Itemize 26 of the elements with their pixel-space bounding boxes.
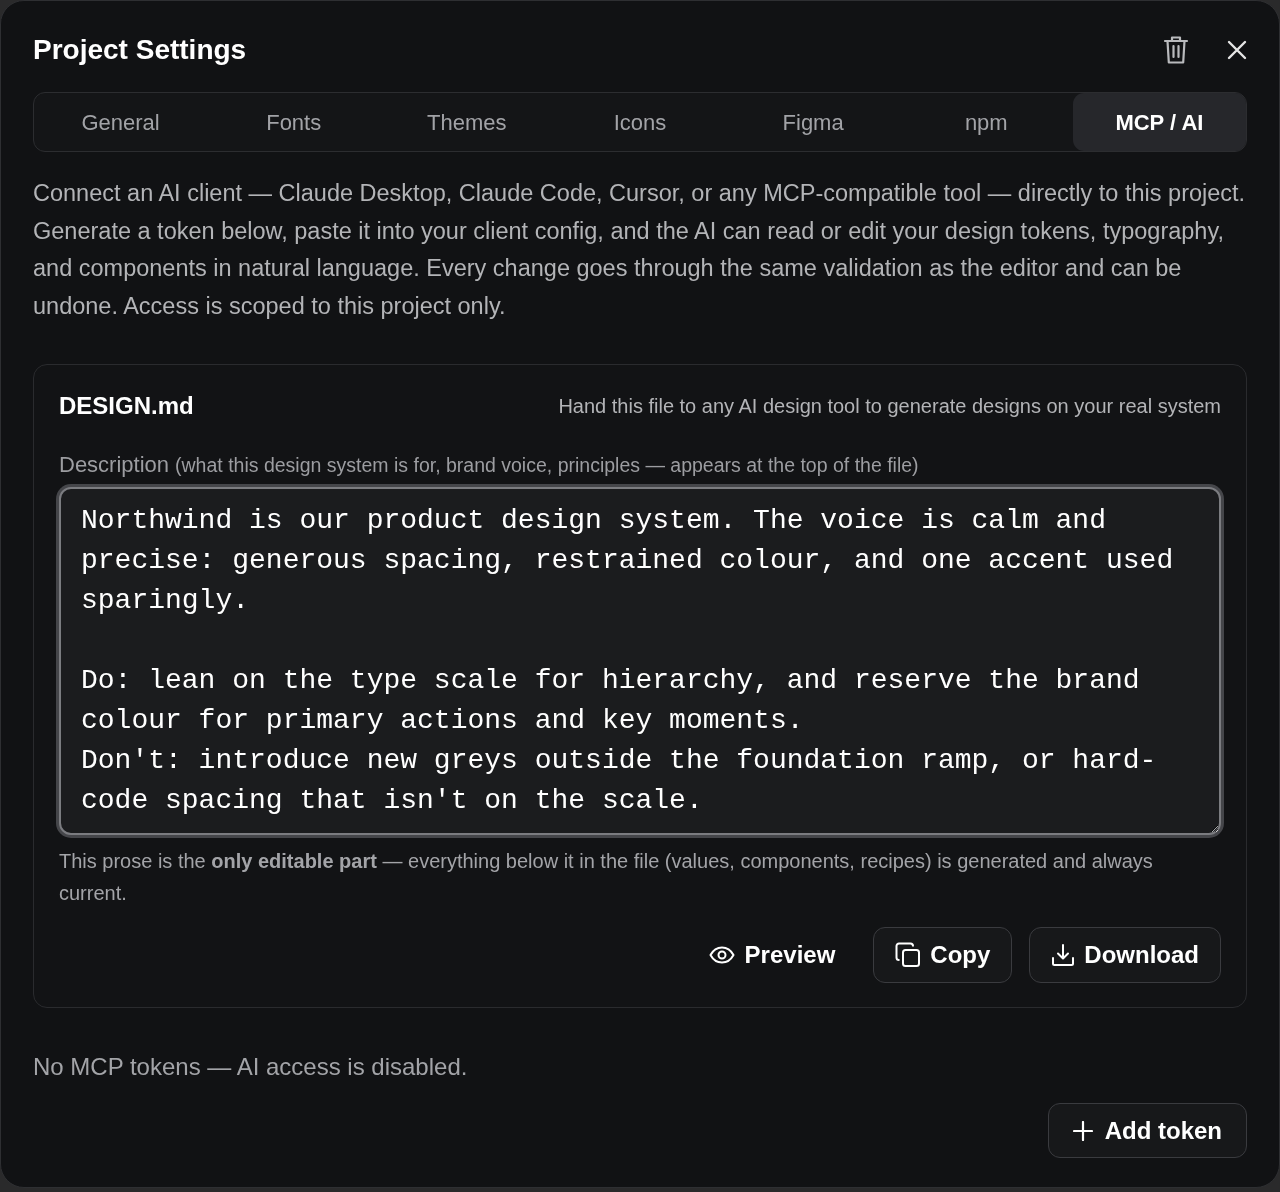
copy-icon bbox=[895, 942, 922, 968]
trash-icon[interactable] bbox=[1163, 35, 1189, 65]
field-label-note: (what this design system is for, brand voice, principles — appears at the top of the file) bbox=[175, 453, 919, 478]
card-hint: Hand this file to any AI design tool to generate designs on your real system bbox=[558, 394, 1221, 419]
card-title: DESIGN.md bbox=[59, 392, 194, 420]
tab[interactable]: Themes bbox=[380, 93, 554, 151]
tab[interactable]: General bbox=[34, 93, 208, 151]
download-icon bbox=[1051, 943, 1076, 967]
field-label: Description bbox=[59, 451, 170, 479]
add-token-button[interactable]: Add token bbox=[1047, 1103, 1247, 1158]
tab[interactable]: npm bbox=[899, 93, 1073, 151]
helper-text: This prose is the only editable part — everything below it in the file (values, components, recipes) is generated and always current. bbox=[59, 849, 1154, 906]
eye-icon bbox=[708, 946, 735, 964]
copy-button[interactable]: Copy bbox=[873, 927, 1013, 983]
tab[interactable]: Figma bbox=[726, 93, 900, 151]
tab[interactable]: Icons bbox=[553, 93, 727, 151]
plus-icon bbox=[1072, 1120, 1093, 1141]
tab[interactable]: Fonts bbox=[207, 93, 381, 151]
tab[interactable]: MCP / AI bbox=[1072, 93, 1246, 151]
preview-button[interactable]: Preview bbox=[708, 927, 836, 983]
close-icon[interactable] bbox=[1227, 40, 1247, 60]
intro-text: Connect an AI client — Claude Desktop, Claude Code, Cursor, or any MCP-compatible tool — directly to this project. Generate a token below, paste it into your client config, and the AI can read or edit your design tokens, typography, and components in natural language. Every change goes through the same validation as the editor and can be undone. Access is scoped to this project only. bbox=[33, 179, 1247, 321]
dialog-title: Project Settings bbox=[33, 33, 247, 67]
download-button[interactable]: Download bbox=[1029, 927, 1221, 983]
description-field[interactable]: Northwind is our product design system. The voice is calm and precise: generous spacing, restrained colour, and one accent used sparingly. Do: lean on the type scale for hierarchy, and reserve the brand colour for primary actions and key moments. Don't: introduce new greys outside the foundation ramp, or hard-code spacing that isn't on the scale. bbox=[59, 487, 1221, 835]
empty-tokens-message: No MCP tokens — AI access is disabled. bbox=[33, 1052, 469, 1082]
